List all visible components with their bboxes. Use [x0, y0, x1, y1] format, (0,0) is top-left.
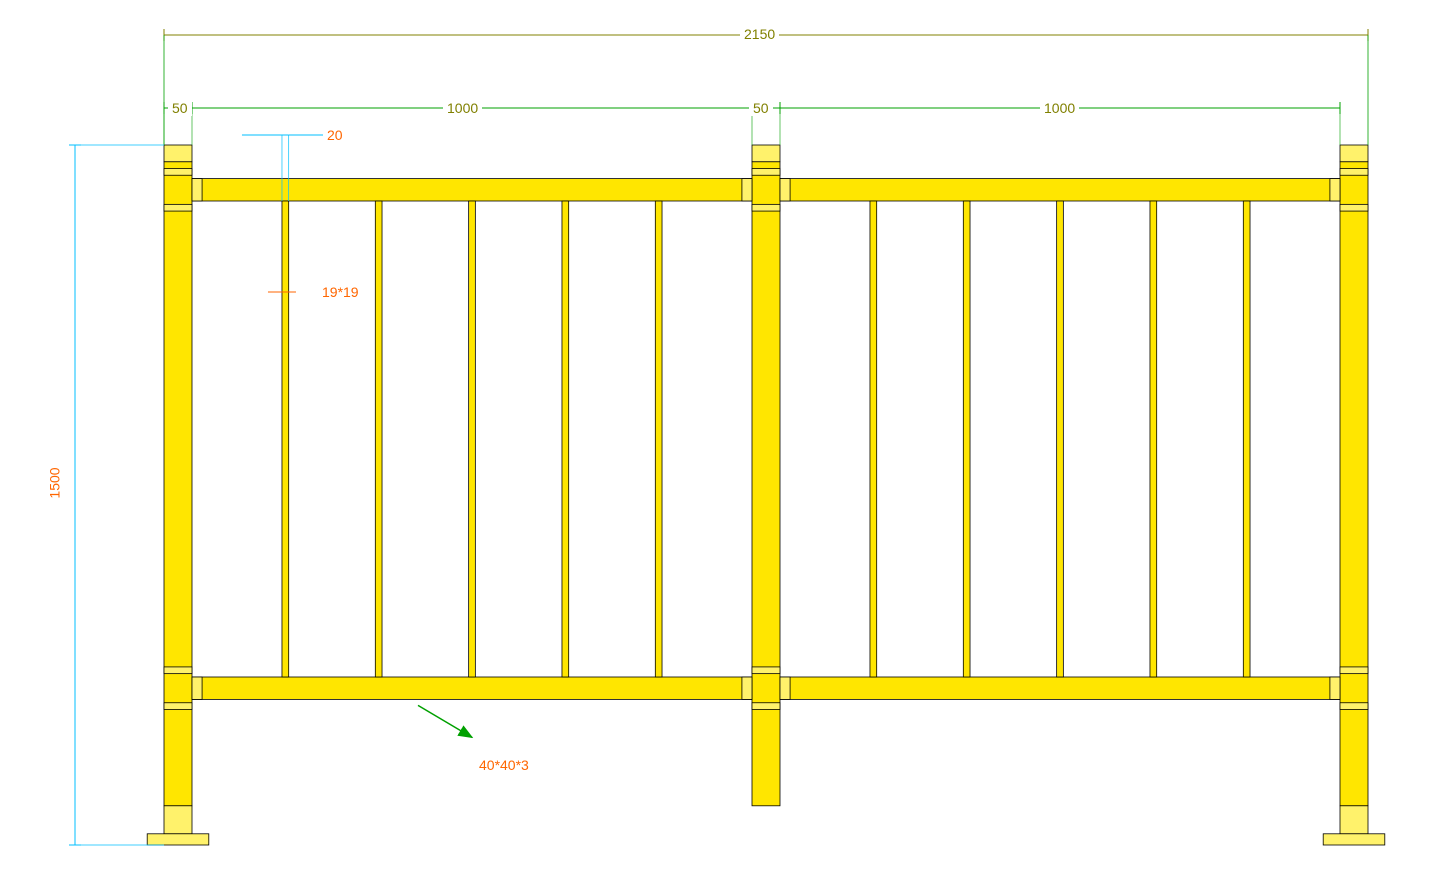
post-band	[1340, 204, 1368, 211]
post-cap	[752, 145, 780, 162]
picket	[282, 201, 289, 677]
rail-conn	[1330, 677, 1340, 699]
picket	[963, 201, 970, 677]
rail-conn	[780, 179, 790, 201]
picket	[469, 201, 476, 677]
dim-rail-profile: 40*40*3	[475, 757, 533, 773]
picket	[1150, 201, 1157, 677]
picket	[1243, 201, 1250, 677]
dim-post-width-left: 50	[168, 100, 192, 116]
base-plate	[1323, 834, 1385, 845]
post-band	[164, 703, 192, 710]
rail-conn	[742, 179, 752, 201]
rail-conn	[192, 677, 202, 699]
post-band	[1340, 169, 1368, 176]
picket	[655, 201, 662, 677]
rail-conn	[192, 179, 202, 201]
top-rail-1	[780, 179, 1340, 201]
picket	[375, 201, 382, 677]
rail-conn	[1330, 179, 1340, 201]
rail-conn	[742, 677, 752, 699]
post-foot	[164, 806, 192, 834]
rail-conn	[780, 677, 790, 699]
post-band	[164, 667, 192, 674]
post-band	[164, 169, 192, 176]
post-cap	[164, 145, 192, 162]
dim-picket-profile: 19*19	[318, 284, 363, 300]
picket	[562, 201, 569, 677]
drawing-canvas: 2150 50 1000 50 1000 20 19*19 40*40*3 15…	[0, 0, 1443, 878]
bottom-rail-0	[192, 677, 752, 699]
post-band	[752, 169, 780, 176]
drawing-svg	[0, 0, 1443, 878]
bottom-rail-1	[780, 677, 1340, 699]
arrow-rail-profile	[418, 705, 472, 737]
dim-picket-spacing: 20	[323, 127, 347, 143]
post-band	[752, 703, 780, 710]
post-foot	[1340, 806, 1368, 834]
dim-span-left: 1000	[443, 100, 482, 116]
dim-total-width: 2150	[740, 26, 779, 42]
post-band	[752, 204, 780, 211]
post-band	[1340, 667, 1368, 674]
dim-mid-post-width: 50	[749, 100, 773, 116]
picket	[870, 201, 877, 677]
top-rail-0	[192, 179, 752, 201]
post-band	[164, 204, 192, 211]
dim-span-right: 1000	[1040, 100, 1079, 116]
base-plate	[147, 834, 209, 845]
picket	[1057, 201, 1064, 677]
post-band	[752, 667, 780, 674]
dim-height: 1500	[47, 463, 63, 502]
post-cap	[1340, 145, 1368, 162]
post-band	[1340, 703, 1368, 710]
